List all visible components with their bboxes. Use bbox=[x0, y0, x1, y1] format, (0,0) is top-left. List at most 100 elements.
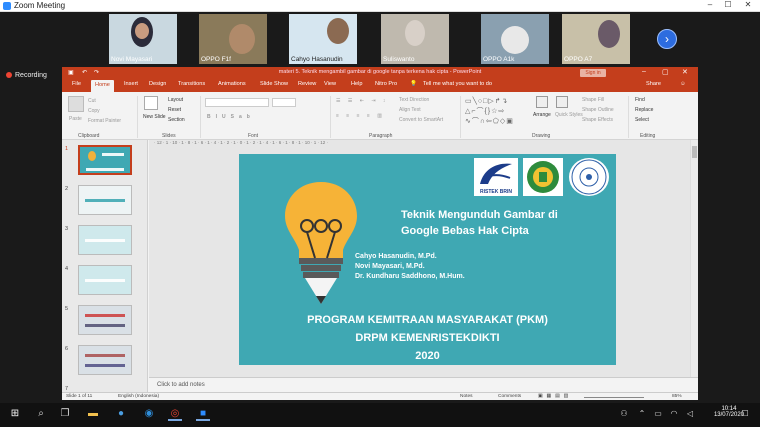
search-icon[interactable]: ⌕ bbox=[34, 407, 48, 421]
chevron-right-icon[interactable]: › bbox=[657, 29, 677, 49]
people-icon[interactable]: ⚇ bbox=[617, 407, 631, 421]
thumb-number: 4 bbox=[65, 266, 69, 272]
font-format-buttons[interactable]: BIUSab bbox=[207, 114, 255, 120]
align-buttons[interactable]: ≡ ≡ ≡ ≡ ▥ bbox=[336, 113, 385, 119]
tell-me-search[interactable]: Tell me what you want to do bbox=[423, 81, 492, 87]
notes-pane[interactable]: Click to add notes bbox=[149, 377, 698, 392]
slide-thumbnail[interactable] bbox=[78, 145, 132, 175]
thumb-number: 2 bbox=[65, 186, 69, 192]
layout-button[interactable]: Layout bbox=[168, 97, 183, 103]
tab-transitions[interactable]: Transitions bbox=[178, 81, 205, 87]
participant-tile[interactable]: OPPO F1f bbox=[199, 14, 267, 64]
slide-thumbnail[interactable] bbox=[78, 225, 132, 255]
view-buttons[interactable]: ▣▦▤▥ bbox=[538, 394, 572, 399]
notes-button[interactable]: Notes bbox=[460, 394, 473, 399]
select-button[interactable]: Select bbox=[635, 117, 649, 123]
participant-tile[interactable]: OPPO A7 bbox=[562, 14, 630, 64]
close-icon[interactable]: ✕ bbox=[682, 68, 688, 76]
divider bbox=[137, 96, 138, 138]
close-icon[interactable]: ✕ bbox=[740, 0, 756, 9]
arrange-button[interactable]: Arrange bbox=[533, 112, 551, 118]
edge-chromium-icon[interactable]: ◉ bbox=[142, 407, 156, 421]
tab-slide-show[interactable]: Slide Show bbox=[260, 81, 288, 87]
shape-outline-button[interactable]: Shape Outline bbox=[582, 107, 614, 113]
quick-styles-button[interactable]: Quick Styles bbox=[555, 112, 583, 118]
notification-icon[interactable]: ☐ bbox=[738, 407, 752, 421]
font-size-dropdown[interactable] bbox=[272, 98, 296, 107]
font-name-dropdown[interactable] bbox=[205, 98, 269, 107]
minimize-icon[interactable]: – bbox=[642, 68, 646, 75]
arrange-icon[interactable] bbox=[536, 96, 548, 108]
edge-icon[interactable]: ● bbox=[114, 407, 128, 421]
find-button[interactable]: Find bbox=[635, 97, 645, 103]
maximize-icon[interactable]: ▢ bbox=[662, 68, 669, 76]
task-view-icon[interactable]: ❐ bbox=[58, 407, 72, 421]
maximize-icon[interactable]: ☐ bbox=[720, 0, 736, 9]
slide-thumbnail[interactable] bbox=[78, 345, 132, 375]
slide-thumbnail[interactable] bbox=[78, 265, 132, 295]
minimize-icon[interactable]: – bbox=[702, 0, 718, 9]
participant-tile[interactable]: Cahyo Hasanudin bbox=[289, 14, 357, 64]
notes-placeholder[interactable]: Click to add notes bbox=[157, 382, 205, 388]
text-direction-button[interactable]: Text Direction bbox=[399, 97, 429, 103]
share-button[interactable]: Share bbox=[646, 81, 661, 87]
volume-icon[interactable]: ◁ bbox=[683, 407, 697, 421]
quick-styles-icon[interactable] bbox=[556, 96, 568, 108]
tab-review[interactable]: Review bbox=[298, 81, 316, 87]
tab-nitro-pro[interactable]: Nitro Pro bbox=[375, 81, 397, 87]
chrome-icon[interactable]: ◎ bbox=[168, 407, 182, 421]
align-text-button[interactable]: Align Text bbox=[399, 107, 421, 113]
participant-tile[interactable]: OPPO A1k bbox=[481, 14, 549, 64]
horizontal-ruler: · 12 · 1 · 10 · 1 · 8 · 1 · 6 · 1 · 4 · … bbox=[154, 140, 329, 145]
language-status[interactable]: English (Indonesia) bbox=[118, 394, 159, 399]
new-slide-icon[interactable] bbox=[144, 96, 158, 110]
slide-thumbnail[interactable] bbox=[78, 185, 132, 215]
shape-effects-button[interactable]: Shape Effects bbox=[582, 117, 613, 123]
smiley-icon[interactable]: ☺ bbox=[680, 81, 686, 87]
zoom-taskbar-icon[interactable]: ■ bbox=[196, 407, 210, 421]
list-buttons[interactable]: ☰ ☰ ⇤ ⇥ ↕ bbox=[336, 98, 388, 104]
tab-file[interactable]: File bbox=[72, 81, 81, 87]
vertical-scrollbar[interactable] bbox=[690, 140, 698, 377]
divider bbox=[200, 96, 201, 138]
format-painter-button[interactable]: Format Painter bbox=[88, 118, 121, 124]
group-slides: Slides bbox=[162, 133, 176, 139]
group-drawing: Drawing bbox=[532, 133, 551, 139]
tray-chevron-icon[interactable]: ⌃ bbox=[635, 407, 649, 421]
section-button[interactable]: Section bbox=[168, 117, 185, 123]
group-font: Font bbox=[248, 133, 259, 139]
participant-tile[interactable]: Suliswanto bbox=[381, 14, 449, 64]
tab-view[interactable]: View bbox=[324, 81, 336, 87]
slide-canvas[interactable]: RISTEK BRIN Teknik Mengunduh Gambar di G… bbox=[239, 154, 616, 365]
divider bbox=[460, 96, 461, 138]
paste-icon[interactable] bbox=[68, 96, 84, 112]
reset-button[interactable]: Reset bbox=[168, 107, 181, 113]
slide-thumbnails-pane: 1 2 3 4 5 6 7 bbox=[62, 140, 148, 392]
paste-button[interactable]: Paste bbox=[69, 116, 82, 122]
shape-fill-button[interactable]: Shape Fill bbox=[582, 97, 604, 103]
tab-design[interactable]: Design bbox=[149, 81, 166, 87]
shapes-gallery[interactable]: ▭╲○□▷↱↴ △⌐⌒{}☆⇨ ∿⌒∩⇦⬠◇▣ bbox=[465, 97, 529, 127]
cut-button[interactable]: Cut bbox=[88, 98, 96, 104]
tab-animations[interactable]: Animations bbox=[218, 81, 246, 87]
wifi-icon[interactable]: ◠ bbox=[667, 407, 681, 421]
participant-tile[interactable]: Novi Mayasari bbox=[109, 14, 177, 64]
file-explorer-icon[interactable]: ▬ bbox=[86, 407, 100, 421]
zoom-level[interactable]: 85% bbox=[672, 394, 682, 399]
zoom-slider[interactable] bbox=[584, 397, 644, 398]
recording-label: Recording bbox=[15, 72, 47, 79]
slide-thumbnail[interactable] bbox=[78, 305, 132, 335]
convert-smartart-button[interactable]: Convert to SmartArt bbox=[399, 117, 443, 123]
network-icon[interactable]: ▭ bbox=[651, 407, 665, 421]
comments-button[interactable]: Comments bbox=[498, 394, 521, 399]
tab-insert[interactable]: Insert bbox=[124, 81, 138, 87]
thumb-number: 1 bbox=[65, 146, 69, 152]
tab-home[interactable]: Home bbox=[91, 80, 114, 92]
new-slide-button[interactable]: New Slide bbox=[143, 114, 166, 120]
sign-in-button[interactable]: Sign in bbox=[580, 69, 606, 77]
windows-start-icon[interactable]: ⊞ bbox=[8, 407, 22, 421]
replace-button[interactable]: Replace bbox=[635, 107, 653, 113]
tab-help[interactable]: Help bbox=[351, 81, 363, 87]
ppt-title-bar: ▣ ↶ ↷ materi 5. Teknik mengambil gambar … bbox=[62, 67, 698, 79]
copy-button[interactable]: Copy bbox=[88, 108, 100, 114]
